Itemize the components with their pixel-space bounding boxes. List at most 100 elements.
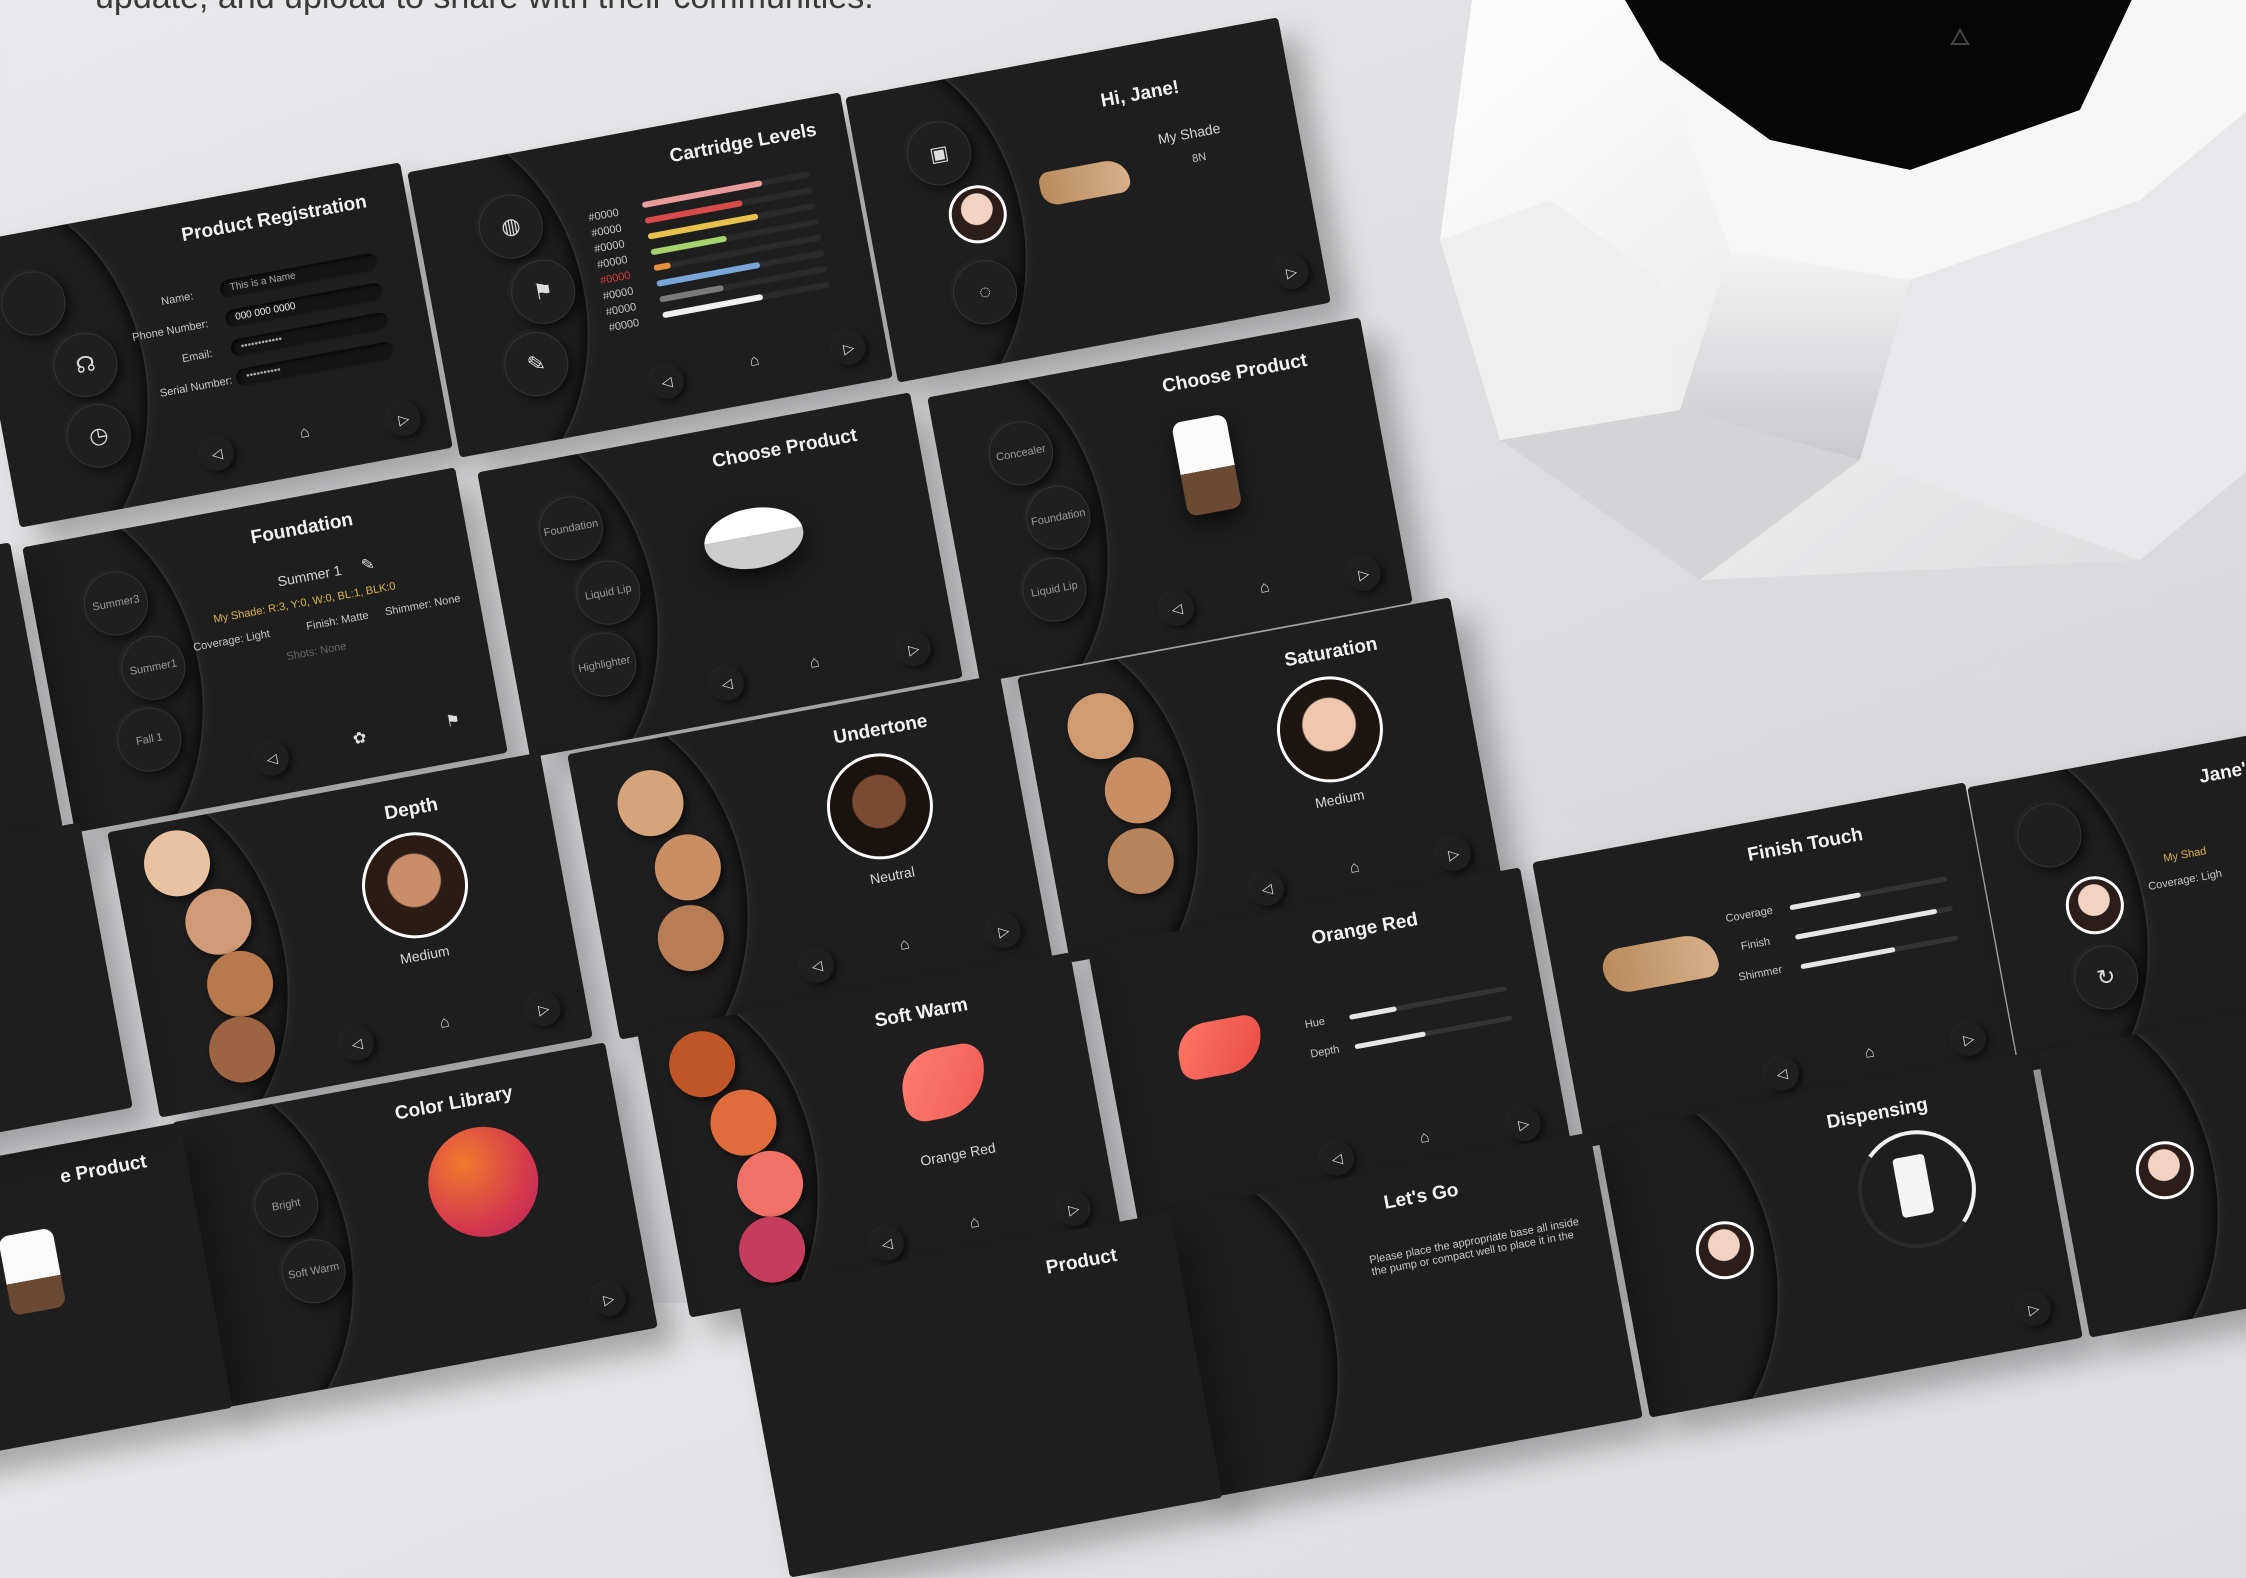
home-icon[interactable]: ⌂ xyxy=(1405,1118,1445,1158)
back-button[interactable]: ◁ xyxy=(1157,588,1197,629)
bar-fill xyxy=(659,284,724,303)
palette-icon[interactable]: ✿ xyxy=(340,718,380,758)
brush-icon[interactable]: ⚑ xyxy=(433,701,473,741)
shimmer-value: Shimmer: None xyxy=(384,592,462,619)
card-title: Depth xyxy=(382,794,440,825)
slider-fill xyxy=(1348,1006,1398,1020)
home-icon[interactable]: ⌂ xyxy=(425,1003,465,1043)
card-partial-left xyxy=(0,822,133,1188)
card-title: Jane's xyxy=(2197,756,2246,788)
home-icon[interactable]: ⌂ xyxy=(1245,568,1285,608)
slider-label: Finish xyxy=(1740,935,1772,953)
coverage-value: Coverage: Light xyxy=(192,627,271,654)
bar-fill xyxy=(653,262,672,272)
my-shade-label: My Shad xyxy=(2162,845,2208,865)
card-cartridge-levels: ◍ ⚑ ✎ Cartridge Levels #0000 #0000 #0000… xyxy=(407,92,893,458)
card-title: Let's Go xyxy=(1382,1179,1461,1214)
next-button[interactable]: ▷ xyxy=(588,1279,629,1319)
back-button[interactable]: ◁ xyxy=(646,361,687,402)
card-hi-jane: ▣ ◌ Hi, Jane! My Shade 8N ▷ xyxy=(845,17,1331,383)
next-button[interactable]: ▷ xyxy=(1433,834,1474,874)
shots-value: Shots: None xyxy=(285,640,348,664)
back-button[interactable]: ◁ xyxy=(1317,1138,1357,1179)
card-title: Dispensing xyxy=(1825,1094,1930,1134)
home-icon[interactable]: ⌂ xyxy=(795,643,835,683)
shade-swatch xyxy=(1599,930,1721,996)
pencil-icon[interactable]: ✎ xyxy=(359,554,376,576)
home-icon[interactable]: ⌂ xyxy=(285,413,325,453)
home-icon[interactable]: ⌂ xyxy=(735,342,775,382)
back-button[interactable]: ◁ xyxy=(707,663,747,704)
face-image xyxy=(1268,667,1392,792)
next-button[interactable]: ▷ xyxy=(983,911,1024,951)
card-title: Product Registration xyxy=(179,191,369,247)
card-title: Finish Touch xyxy=(1745,824,1865,866)
card-title: Foundation xyxy=(249,509,355,549)
card-janes: ↻ Jane's My Shad Coverage: Ligh xyxy=(1967,707,2246,1073)
face-image xyxy=(818,744,942,869)
next-button[interactable]: ▷ xyxy=(1948,1019,1989,1059)
card-title: Soft Warm xyxy=(873,994,970,1032)
card-title: Choose Product xyxy=(1160,349,1309,398)
home-icon[interactable]: ⌂ xyxy=(1335,848,1375,888)
back-button[interactable]: ◁ xyxy=(197,433,237,474)
slider-fill xyxy=(1789,892,1862,911)
next-button[interactable]: ▷ xyxy=(383,399,424,439)
card-product-registration: ☊ ◷ Product Registration Name: This is a… xyxy=(0,162,453,528)
next-button[interactable]: ▷ xyxy=(828,328,869,368)
shade-swatch xyxy=(1037,157,1133,208)
shimmer-slider[interactable] xyxy=(1800,935,1959,970)
finish-slider[interactable] xyxy=(1794,905,1954,940)
next-button[interactable]: ▷ xyxy=(523,989,564,1029)
card-title: e Product xyxy=(58,1151,149,1188)
card-title: Undertone xyxy=(831,710,930,749)
color-wheel[interactable] xyxy=(419,1117,548,1246)
depth-slider[interactable] xyxy=(1354,1015,1513,1050)
home-icon[interactable]: ⌂ xyxy=(955,1203,995,1243)
next-button[interactable]: ▷ xyxy=(1503,1104,1544,1144)
slider-fill xyxy=(1354,1031,1427,1050)
card-title: Saturation xyxy=(1282,633,1380,672)
shade-name: Orange Red xyxy=(918,1139,997,1169)
next-button[interactable]: ▷ xyxy=(1271,252,1312,292)
depth-value: Medium xyxy=(398,942,451,968)
finish-value: Finish: Matte xyxy=(305,609,370,633)
field-label: Name: xyxy=(160,290,195,309)
field-label: Email: xyxy=(181,347,214,366)
slider-label: Coverage xyxy=(1724,904,1774,926)
coverage-value: Coverage: Ligh xyxy=(2147,867,2223,894)
slider-label: Hue xyxy=(1303,1015,1326,1032)
home-icon[interactable]: ⌂ xyxy=(1850,1033,1890,1073)
back-button[interactable]: ◁ xyxy=(337,1023,377,1064)
back-button[interactable]: ◁ xyxy=(1762,1053,1802,1094)
back-button[interactable]: ◁ xyxy=(797,945,837,986)
next-button[interactable]: ▷ xyxy=(1343,554,1384,594)
back-button[interactable]: ◁ xyxy=(867,1223,907,1264)
back-button[interactable]: ◁ xyxy=(1247,868,1287,909)
back-button[interactable]: ◁ xyxy=(252,738,292,779)
coverage-slider[interactable] xyxy=(1789,876,1948,911)
next-button[interactable]: ▷ xyxy=(893,629,934,669)
card-title: Color Library xyxy=(393,1082,515,1125)
undertone-value: Neutral xyxy=(868,863,916,888)
preset-name: Summer 1 xyxy=(276,561,343,590)
slider-label: Shimmer xyxy=(1737,963,1784,984)
face-image xyxy=(353,823,477,948)
next-button[interactable]: ▷ xyxy=(1053,1189,1094,1229)
cartridge-list: #0000 #0000 #0000 #0000 #0000 #0000 #000… xyxy=(587,171,831,335)
my-shade-label: My Shade xyxy=(1156,119,1222,148)
hue-slider[interactable] xyxy=(1348,985,1508,1020)
saturation-value: Medium xyxy=(1313,786,1366,812)
home-icon[interactable]: ⌂ xyxy=(885,925,925,965)
slider-fill xyxy=(1794,908,1938,940)
instructions: Please place the appropriate base all in… xyxy=(1368,1215,1580,1279)
cartridge-bar xyxy=(662,281,831,319)
lip-swatch xyxy=(895,1040,993,1125)
cartridge-label: #0000 xyxy=(607,316,641,335)
greeting-title: Hi, Jane! xyxy=(1099,76,1181,112)
foundation-bottle-image xyxy=(1171,413,1243,517)
lip-swatch xyxy=(1173,1012,1267,1083)
shade-code: 8N xyxy=(1191,150,1208,166)
slider-fill xyxy=(1800,946,1896,970)
next-button[interactable]: ▷ xyxy=(2013,1289,2054,1329)
